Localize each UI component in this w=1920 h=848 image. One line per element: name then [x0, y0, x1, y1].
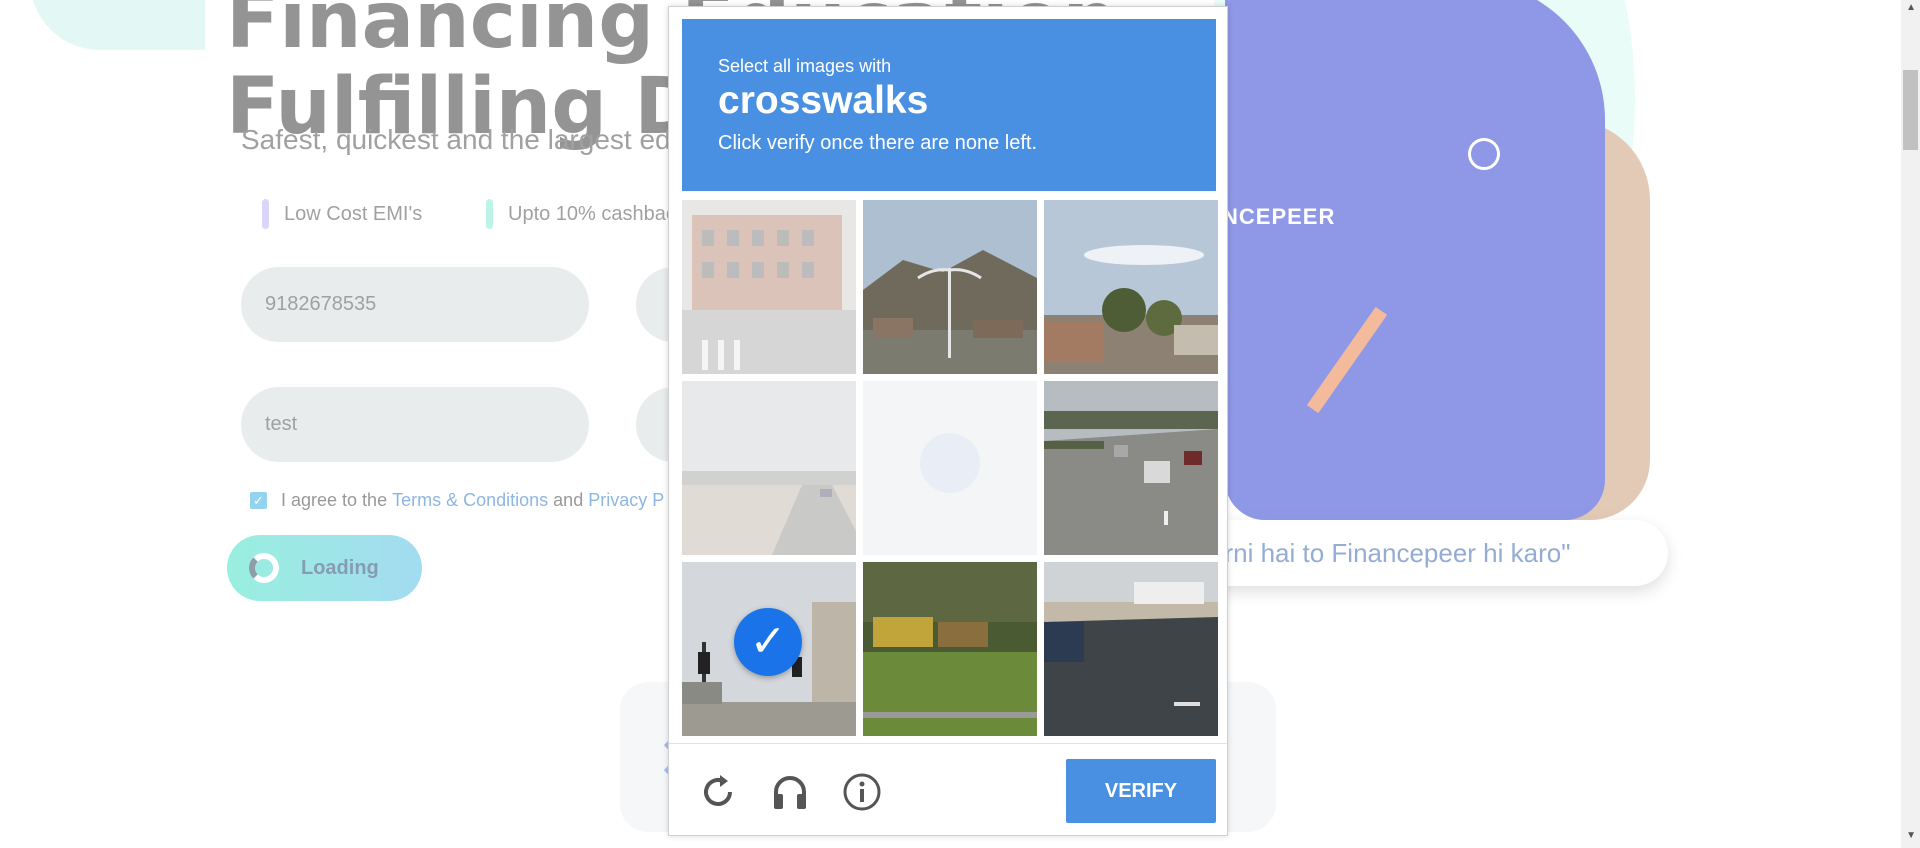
captcha-tile-6[interactable] — [1044, 381, 1218, 555]
privacy-link[interactable]: Privacy P — [588, 490, 664, 511]
verify-button[interactable]: VERIFY — [1066, 759, 1216, 823]
phone-input[interactable]: 9182678535 — [241, 267, 589, 342]
loading-label: Loading — [301, 556, 379, 579]
submit-loading-button[interactable]: Loading — [227, 535, 422, 601]
houses-trees-sky-image — [1044, 200, 1218, 374]
captcha-tile-8[interactable] — [863, 562, 1037, 736]
feature-label: Low Cost EMI's — [284, 202, 423, 225]
left-input-2[interactable]: test — [241, 387, 589, 462]
spinner-icon — [249, 553, 279, 583]
brick-building-street-image — [682, 200, 856, 374]
left-input-2-value: test — [265, 413, 298, 435]
terms-link[interactable]: Terms & Conditions — [392, 490, 548, 511]
captcha-divider — [669, 743, 1227, 744]
feature-cashback: Upto 10% cashbac — [486, 198, 676, 230]
phone-input-value: 9182678535 — [265, 293, 377, 315]
trucks-grass-image — [863, 562, 1037, 736]
page-scrollbar[interactable]: ▲ ▼ — [1901, 0, 1920, 848]
captcha-tile-4[interactable] — [682, 381, 856, 555]
captcha-tile-2[interactable] — [863, 200, 1037, 374]
highway-overpass-image — [682, 381, 856, 555]
info-icon[interactable] — [840, 770, 884, 814]
scroll-up-arrow-icon[interactable]: ▲ — [1906, 2, 1916, 13]
road-car-industrial-image — [1044, 562, 1218, 736]
captcha-tile-3[interactable] — [1044, 200, 1218, 374]
agree-and: and — [553, 490, 584, 510]
selected-check-icon: ✓ — [734, 608, 802, 676]
captcha-tile-1[interactable] — [682, 200, 856, 374]
captcha-subinstruction: Click verify once there are none left. — [718, 132, 1038, 154]
faded-check-icon — [920, 433, 980, 493]
feature-label: Upto 10% cashbac — [508, 202, 676, 225]
feature-bar-icon — [486, 199, 493, 229]
brand-logo-icon — [1468, 138, 1500, 170]
streetlight-mountains-image — [863, 200, 1037, 374]
captcha-dialog: Select all images with crosswalks Click … — [668, 6, 1228, 836]
person-shirt-image — [1225, 0, 1605, 520]
feature-low-cost-emi: Low Cost EMI's — [262, 198, 422, 230]
corner-decoration — [30, 0, 205, 50]
captcha-tile-7[interactable]: ✓ — [682, 562, 856, 736]
scroll-down-arrow-icon[interactable]: ▼ — [1906, 830, 1916, 841]
agree-checkbox[interactable]: ✓ — [250, 492, 267, 509]
tagline-quote: arni hai to Financepeer hi karo" — [1160, 520, 1668, 586]
agree-prefix: I agree to the — [281, 490, 388, 510]
headphones-icon[interactable] — [768, 770, 812, 814]
scroll-thumb[interactable] — [1903, 70, 1918, 150]
captcha-target-word: crosswalks — [718, 79, 929, 122]
freeway-traffic-image — [1044, 381, 1218, 555]
captcha-header: Select all images with crosswalks Click … — [682, 19, 1216, 191]
feature-bar-icon — [262, 199, 269, 229]
reload-icon[interactable] — [696, 770, 740, 814]
terms-agreement: ✓ I agree to the Terms & Conditions and … — [250, 490, 664, 511]
captcha-instruction: Select all images with — [718, 56, 892, 76]
captcha-tile-5[interactable] — [863, 381, 1037, 555]
shirt-brand-text: NCEPEER — [1222, 204, 1336, 229]
hero-subtitle: Safest, quickest and the largest edu — [241, 124, 687, 155]
captcha-tile-9[interactable] — [1044, 562, 1218, 736]
